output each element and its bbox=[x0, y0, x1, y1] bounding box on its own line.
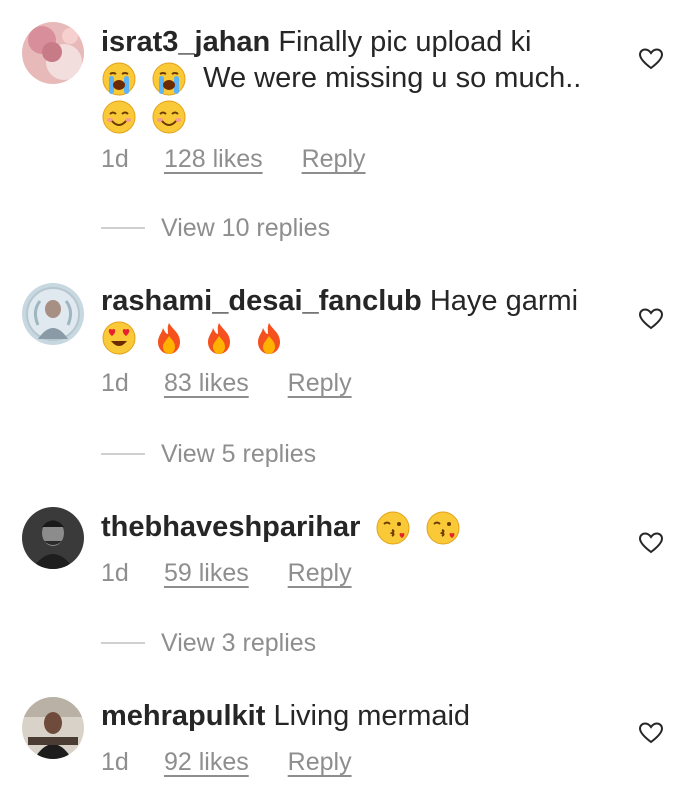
fire-icon bbox=[151, 320, 187, 356]
comment-time: 1d bbox=[101, 748, 129, 776]
comment-body: Living mermaid bbox=[273, 700, 471, 732]
comment-body: Finally pic upload ki bbox=[278, 26, 532, 58]
comment-meta: 1d 92 likes Reply bbox=[101, 748, 352, 777]
reply-button[interactable]: Reply bbox=[302, 145, 366, 174]
likes-count-link[interactable]: 128 likes bbox=[164, 145, 263, 174]
comment-time: 1d bbox=[101, 145, 129, 173]
avatar[interactable] bbox=[22, 507, 84, 569]
kissing-heart-face-icon bbox=[425, 510, 461, 546]
view-replies-label: View 5 replies bbox=[161, 439, 317, 468]
comment-meta: 1d 83 likes Reply bbox=[101, 369, 352, 398]
comment-text: israt3_jahan Finally pic upload ki We we… bbox=[101, 24, 601, 135]
fire-icon bbox=[201, 320, 237, 356]
divider-line bbox=[101, 453, 145, 455]
loudly-crying-face-icon bbox=[151, 61, 187, 97]
likes-count-link[interactable]: 59 likes bbox=[164, 559, 249, 588]
comment-meta: 1d 128 likes Reply bbox=[101, 145, 366, 174]
reply-button[interactable]: Reply bbox=[288, 559, 352, 588]
kissing-heart-face-icon bbox=[375, 510, 411, 546]
avatar[interactable] bbox=[22, 22, 84, 84]
heart-outline-icon[interactable] bbox=[638, 47, 664, 71]
likes-count-link[interactable]: 92 likes bbox=[164, 748, 249, 777]
comment-body: Haye garmi bbox=[429, 285, 579, 317]
comment-body-line2: We were missing u so much.. bbox=[203, 62, 582, 94]
avatar[interactable] bbox=[22, 283, 84, 345]
comment-username[interactable]: thebhaveshparihar bbox=[101, 511, 360, 543]
divider-line bbox=[101, 227, 145, 229]
comment-text: mehrapulkit Living mermaid bbox=[101, 698, 601, 734]
comment-username[interactable]: mehrapulkit bbox=[101, 700, 265, 732]
view-replies-button[interactable]: View 10 replies bbox=[101, 213, 330, 243]
heart-outline-icon[interactable] bbox=[638, 531, 664, 555]
view-replies-button[interactable]: View 3 replies bbox=[101, 628, 316, 658]
comment-username[interactable]: rashami_desai_fanclub bbox=[101, 285, 422, 317]
comment-text: thebhaveshparihar bbox=[101, 509, 601, 546]
avatar[interactable] bbox=[22, 697, 84, 759]
reply-button[interactable]: Reply bbox=[288, 748, 352, 777]
divider-line bbox=[101, 642, 145, 644]
smiling-face-icon bbox=[101, 99, 137, 135]
comment-time: 1d bbox=[101, 559, 129, 587]
view-replies-label: View 10 replies bbox=[161, 213, 331, 242]
view-replies-label: View 3 replies bbox=[161, 628, 317, 657]
reply-button[interactable]: Reply bbox=[288, 369, 352, 398]
comment-text: rashami_desai_fanclub Haye garmi bbox=[101, 283, 601, 356]
heart-outline-icon[interactable] bbox=[638, 721, 664, 745]
heart-eyes-face-icon bbox=[101, 320, 137, 356]
smiling-face-icon bbox=[151, 99, 187, 135]
comment-username[interactable]: israt3_jahan bbox=[101, 26, 270, 58]
fire-icon bbox=[251, 320, 287, 356]
heart-outline-icon[interactable] bbox=[638, 307, 664, 331]
comment-meta: 1d 59 likes Reply bbox=[101, 559, 352, 588]
likes-count-link[interactable]: 83 likes bbox=[164, 369, 249, 398]
view-replies-button[interactable]: View 5 replies bbox=[101, 439, 316, 469]
comment-time: 1d bbox=[101, 369, 129, 397]
loudly-crying-face-icon bbox=[101, 61, 137, 97]
